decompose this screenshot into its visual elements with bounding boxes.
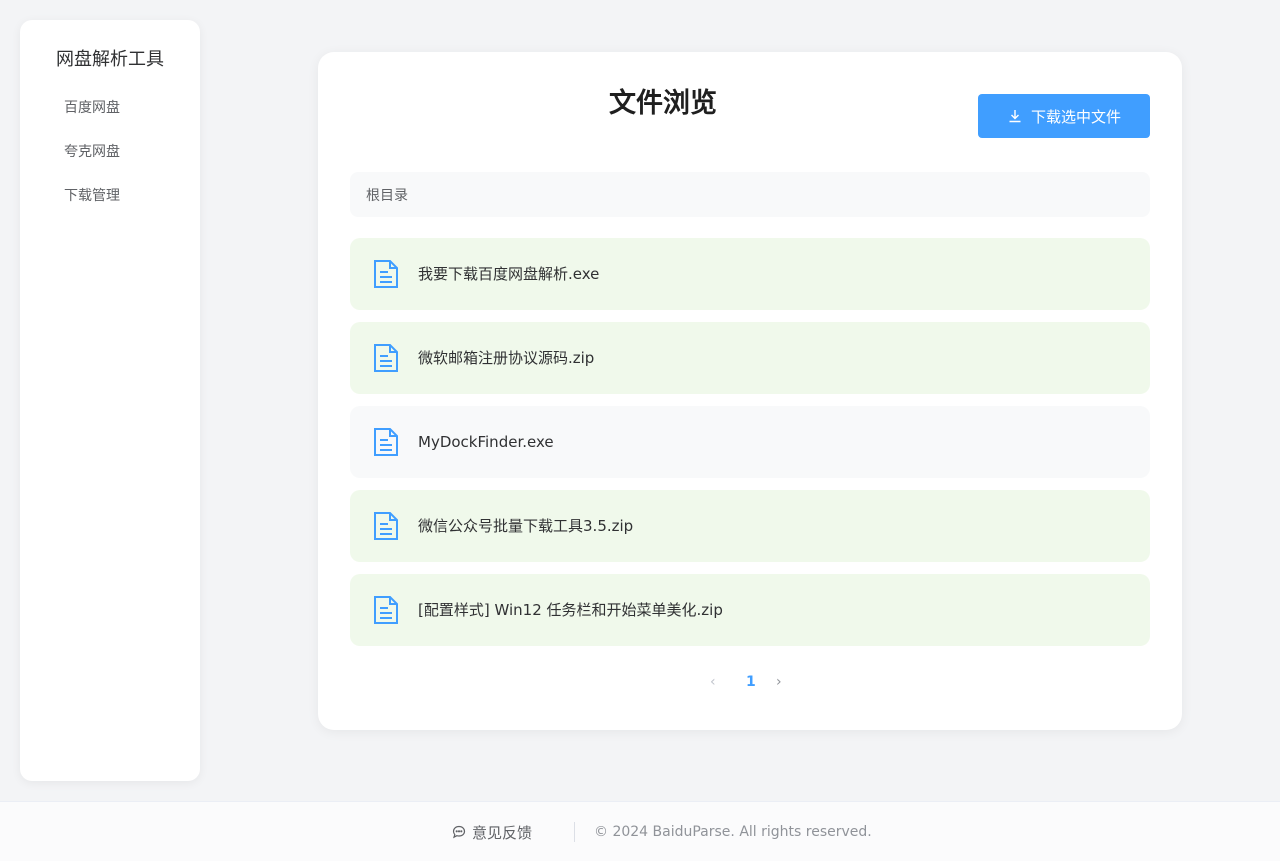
sidebar-title: 网盘解析工具: [56, 49, 164, 70]
file-name: 微信公众号批量下载工具3.5.zip: [418, 517, 634, 535]
chat-icon: [452, 825, 466, 839]
file-item[interactable]: 微信公众号批量下载工具3.5.zip: [350, 490, 1150, 562]
pagination-page-1[interactable]: 1: [746, 672, 756, 692]
breadcrumb: 根目录: [350, 172, 1150, 217]
file-browser-panel: 文件浏览 下载选中文件 根目录 我要下载百度网盘解析.exe 微软邮箱注册协议源…: [318, 52, 1182, 730]
file-item[interactable]: MyDockFinder.exe: [350, 406, 1150, 478]
file-name: [配置样式] Win12 任务栏和开始菜单美化.zip: [418, 601, 723, 619]
pagination-prev-button[interactable]: ‹: [710, 672, 716, 692]
file-item[interactable]: [配置样式] Win12 任务栏和开始菜单美化.zip: [350, 574, 1150, 646]
breadcrumb-root[interactable]: 根目录: [366, 185, 408, 205]
footer-divider: [574, 822, 575, 842]
pagination: ‹ 1 ›: [318, 672, 1182, 692]
sidebar-item-baidu[interactable]: 百度网盘: [64, 98, 120, 118]
document-icon: [374, 428, 398, 456]
download-selected-label: 下载选中文件: [1030, 107, 1121, 126]
page-title: 文件浏览: [609, 88, 717, 119]
pagination-next-button[interactable]: ›: [776, 672, 782, 692]
file-item[interactable]: 微软邮箱注册协议源码.zip: [350, 322, 1150, 394]
feedback-label: 意见反馈: [472, 823, 533, 842]
file-name: 微软邮箱注册协议源码.zip: [418, 349, 595, 367]
footer: 意见反馈 © 2024 BaiduParse. All rights reser…: [0, 801, 1280, 861]
sidebar-item-downloads[interactable]: 下载管理: [64, 186, 120, 206]
file-name: MyDockFinder.exe: [418, 433, 554, 451]
feedback-link[interactable]: 意见反馈: [452, 822, 532, 842]
document-icon: [374, 512, 398, 540]
document-icon: [374, 260, 398, 288]
document-icon: [374, 344, 398, 372]
sidebar-item-quark[interactable]: 夸克网盘: [64, 142, 120, 162]
file-name: 我要下载百度网盘解析.exe: [418, 265, 600, 283]
document-icon: [374, 596, 398, 624]
copyright-text: © 2024 BaiduParse. All rights reserved.: [594, 824, 872, 840]
file-item[interactable]: 我要下载百度网盘解析.exe: [350, 238, 1150, 310]
sidebar: 网盘解析工具 百度网盘 夸克网盘 下载管理: [20, 20, 200, 781]
download-icon: [1009, 110, 1021, 123]
download-selected-button[interactable]: 下载选中文件: [978, 94, 1150, 138]
